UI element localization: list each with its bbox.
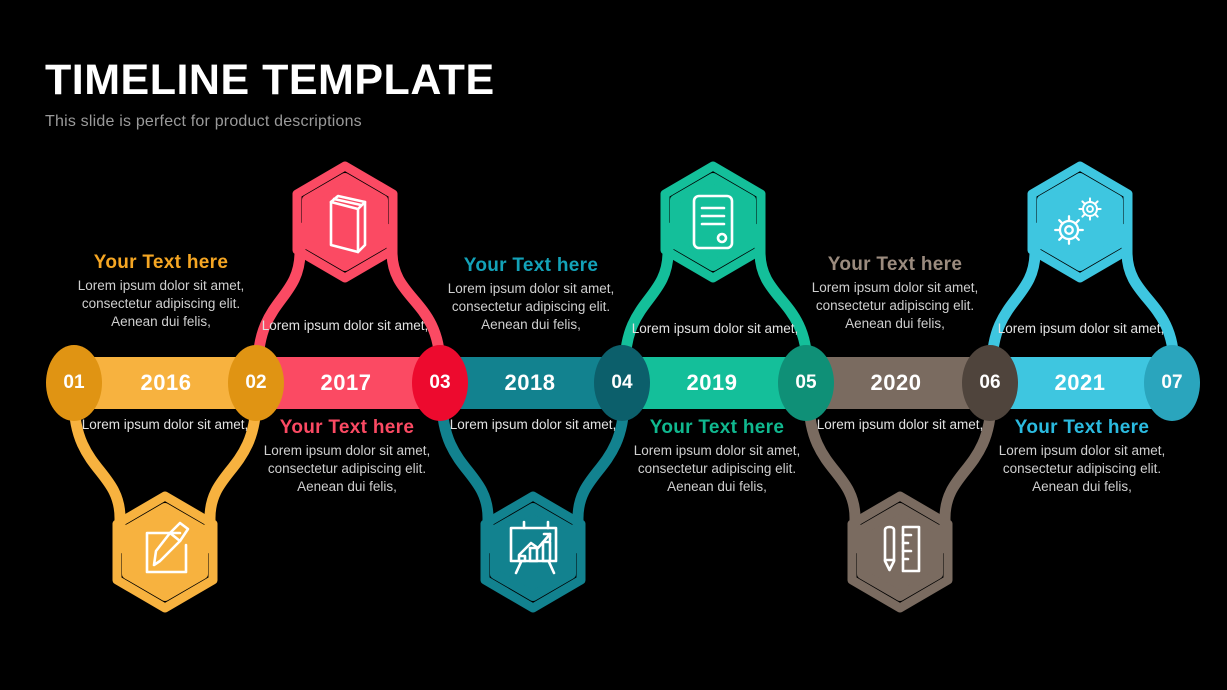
node-number-03: 03 [429,372,451,393]
text-block-06: Your Text here Lorem ipsum dolor sit ame… [987,417,1177,496]
hexagon-fill-04 [670,173,756,271]
hexagon-fill-05 [857,503,943,601]
text-block-05: Your Text here Lorem ipsum dolor sit ame… [800,254,990,333]
hexagon-fill-06 [1037,173,1123,271]
node-number-04: 04 [611,372,633,393]
hexagon-fill-02 [302,173,388,271]
text-short-06: Lorem ipsum dolor sit amet, [997,321,1165,336]
node-number-07: 07 [1161,372,1183,393]
node-number-02: 02 [245,372,267,393]
text-short-03: Lorem ipsum dolor sit amet, [449,417,617,432]
text-heading-05: Your Text here [827,254,963,275]
text-body-04: Lorem ipsum dolor sit amet, consectetur … [633,443,801,494]
node-06[interactable]: 06 [962,345,1018,421]
node-02[interactable]: 02 [228,345,284,421]
node-03[interactable]: 03 [412,345,468,421]
node-05[interactable]: 05 [778,345,834,421]
hexagon-fill-01 [122,503,208,601]
text-block-01: Your Text here Lorem ipsum dolor sit ame… [66,252,256,331]
hexagon-fill-03 [490,503,576,601]
text-heading-02: Your Text here [279,417,415,438]
text-body-01: Lorem ipsum dolor sit amet, consectetur … [77,278,245,329]
text-body-02: Lorem ipsum dolor sit amet, consectetur … [263,443,431,494]
node-07[interactable]: 07 [1144,345,1200,421]
text-short-05: Lorem ipsum dolor sit amet, [816,417,984,432]
timeline-artwork [68,161,1180,613]
text-block-02: Your Text here Lorem ipsum dolor sit ame… [252,417,442,496]
node-number-06: 06 [979,372,1001,393]
text-block-04: Your Text here Lorem ipsum dolor sit ame… [622,417,812,496]
text-heading-03: Your Text here [463,255,599,276]
text-short-01: Lorem ipsum dolor sit amet, [81,417,249,432]
text-block-03: Your Text here Lorem ipsum dolor sit ame… [436,255,626,334]
text-heading-06: Your Text here [1014,417,1150,438]
text-heading-04: Your Text here [649,417,785,438]
node-number-05: 05 [795,372,817,393]
text-short-04: Lorem ipsum dolor sit amet, [631,321,799,336]
text-body-06: Lorem ipsum dolor sit amet, consectetur … [998,443,1166,494]
text-short-02: Lorem ipsum dolor sit amet, [261,318,429,333]
slide-canvas: TIMELINE TEMPLATE This slide is perfect … [0,0,1227,690]
node-01[interactable]: 01 [46,345,102,421]
text-body-05: Lorem ipsum dolor sit amet, consectetur … [811,280,979,331]
text-body-03: Lorem ipsum dolor sit amet, consectetur … [447,281,615,332]
text-heading-01: Your Text here [93,252,229,273]
timeline-bar: 2016 2017 2018 2019 2020 2021 01 02 03 0… [0,345,1227,421]
node-04[interactable]: 04 [594,345,650,421]
node-number-01: 01 [63,372,85,393]
